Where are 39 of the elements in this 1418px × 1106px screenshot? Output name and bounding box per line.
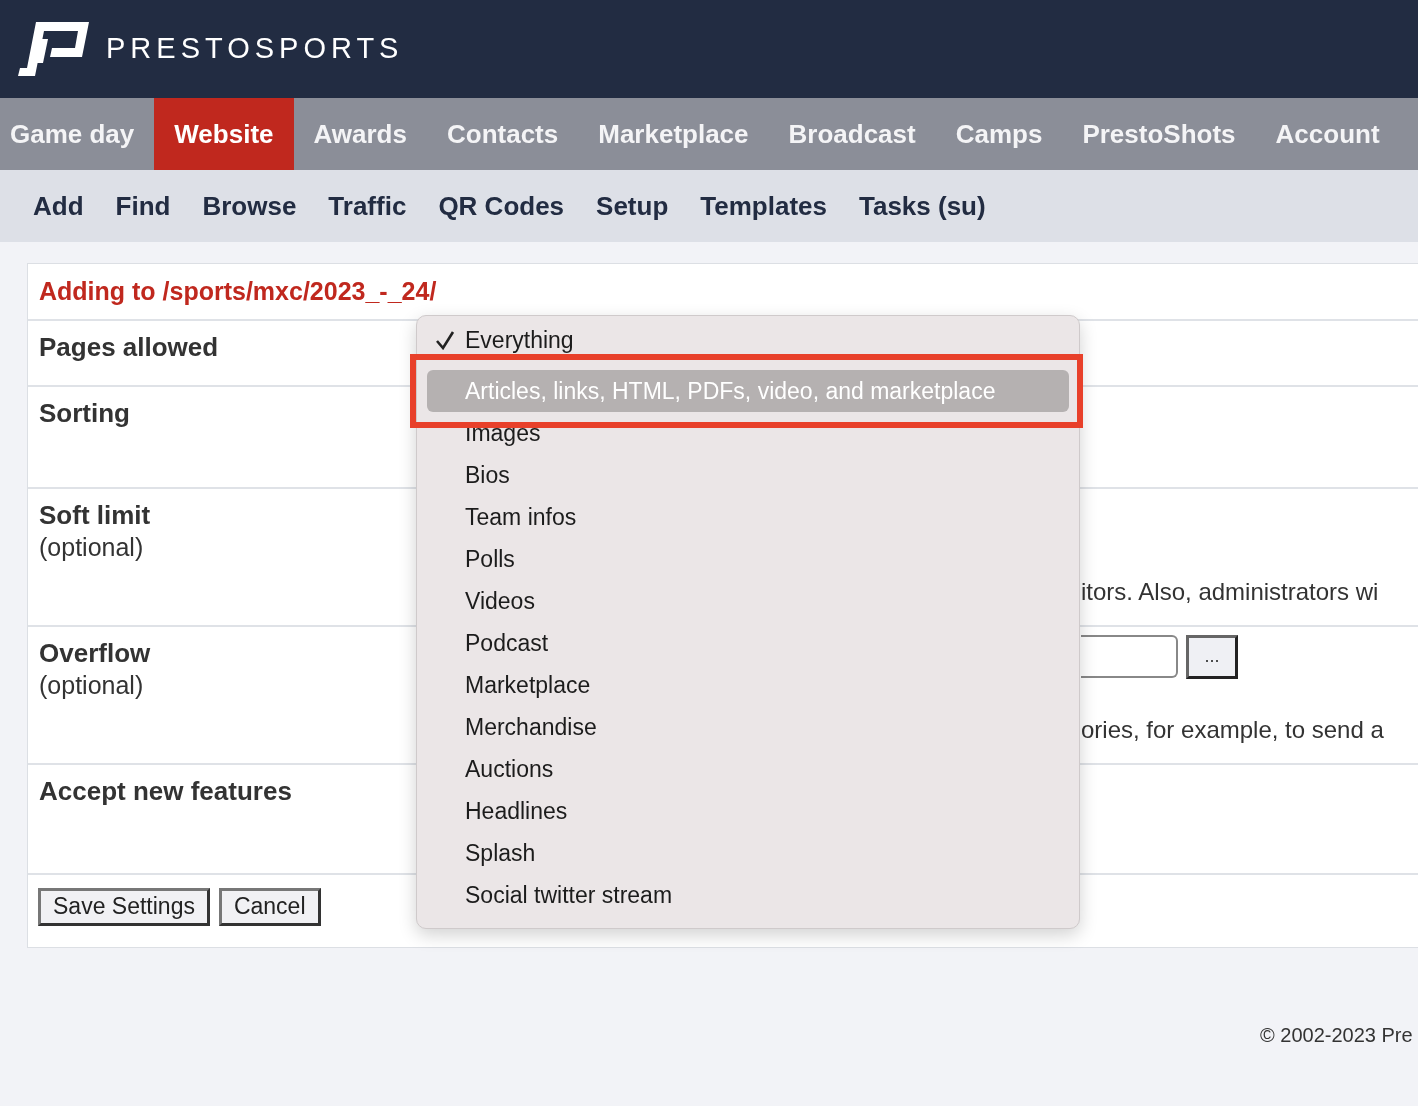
subnav-link[interactable]: Tasks (su) (843, 186, 1002, 226)
nav-tab[interactable]: Website (154, 98, 294, 170)
brand-name: PRESTOSPORTS (106, 31, 404, 67)
subnav-link[interactable]: Templates (684, 186, 843, 226)
menu-item[interactable]: Merchandise (427, 706, 1069, 748)
menu-item[interactable]: Everything (427, 326, 1069, 354)
menu-item[interactable]: Marketplace (427, 664, 1069, 706)
field-label: Accept new features (39, 775, 293, 808)
menu-item[interactable]: Videos (427, 580, 1069, 622)
menu-item[interactable]: Auctions (427, 748, 1069, 790)
subnav-link[interactable]: Setup (580, 186, 685, 226)
optional-note: (optional) (39, 531, 145, 562)
subnav-link[interactable]: Add (17, 186, 100, 226)
logo-icon (18, 21, 90, 77)
input-field[interactable] (1081, 635, 1178, 678)
menu-item[interactable]: Images (427, 412, 1069, 454)
browse-button[interactable]: ... (1186, 635, 1238, 679)
copyright-text: © 2002-2023 Pre (1260, 1023, 1413, 1048)
optional-note: (optional) (39, 669, 145, 700)
form-heading: Adding to /sports/mxc/2023_-_24/ (38, 275, 437, 307)
cancel-button[interactable]: Cancel (218, 888, 321, 926)
field-label: Sorting (39, 397, 131, 430)
field-label: Overflow (39, 637, 152, 670)
subnav-link[interactable]: Traffic (312, 186, 423, 226)
menu-item[interactable]: Social twitter stream (427, 874, 1069, 916)
subnav-link[interactable]: Find (99, 186, 187, 226)
help-text: itors. Also, administrators wi (1081, 578, 1380, 607)
help-text: ories, for example, to send a (1081, 716, 1385, 745)
field-label: Pages allowed (39, 331, 220, 364)
menu-item[interactable]: Polls (427, 538, 1069, 580)
subnav-link[interactable]: QR Codes (422, 186, 581, 226)
menu-item[interactable]: Team infos (427, 496, 1069, 538)
menu-item[interactable]: Splash (427, 832, 1069, 874)
subnav-link[interactable]: Browse (186, 186, 313, 226)
field-label: Soft limit (39, 499, 152, 532)
menu-item[interactable]: Headlines (427, 790, 1069, 832)
menu-item[interactable]: Podcast (427, 622, 1069, 664)
save-button[interactable]: Save Settings (38, 888, 210, 926)
menu-item[interactable]: Bios (427, 454, 1069, 496)
